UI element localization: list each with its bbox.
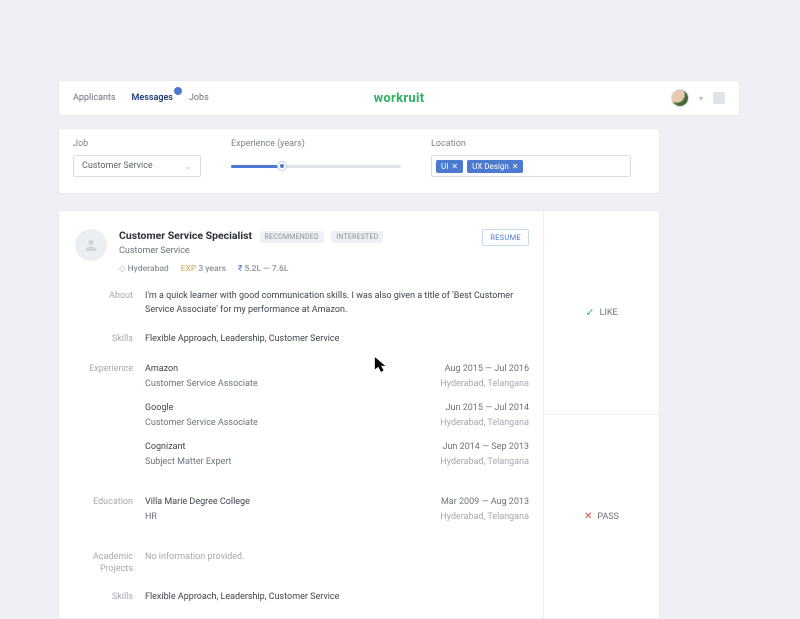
filter-panel: Job Customer Service ⌄ Experience (years… — [58, 128, 660, 194]
job-dropdown-value: Customer Service — [82, 161, 153, 171]
list-item: Villa Marie Degree CollegeHRMar 2009 — A… — [145, 496, 529, 525]
filter-exp-label: Experience (years) — [231, 139, 401, 149]
academic-label: Academic Projects — [75, 551, 145, 575]
skills-text: Flexible Approach, Leadership, Customer … — [145, 333, 529, 347]
nav-jobs[interactable]: Jobs — [189, 93, 209, 103]
like-button[interactable]: ✓ LIKE — [544, 211, 659, 414]
top-header: Applicants Messages Jobs workruit ▾ — [58, 80, 740, 116]
list-item: GoogleCustomer Service AssociateJun 2015… — [145, 402, 529, 431]
experience-slider[interactable] — [231, 155, 401, 177]
job-dropdown[interactable]: Customer Service ⌄ — [73, 155, 201, 177]
check-icon: ✓ — [585, 306, 594, 319]
nav-messages-label: Messages — [132, 93, 173, 103]
tag-interested: INTERESTED — [331, 231, 383, 243]
about-label: About — [75, 290, 145, 317]
meta-salary: ₹ 5.2L — 7.6L — [238, 264, 289, 274]
nav-messages[interactable]: Messages — [132, 93, 173, 103]
resume-button[interactable]: RESUME — [482, 229, 529, 246]
about-text: I'm a quick learner with good communicat… — [145, 290, 529, 317]
academic-text: No information provided. — [145, 551, 529, 575]
badge-icon — [174, 87, 182, 95]
profile-card: Customer Service Specialist RECOMMENDED … — [58, 210, 660, 619]
chevron-down-icon[interactable]: ▾ — [699, 94, 703, 103]
meta-experience: EXP 3 years — [181, 264, 226, 274]
slider-thumb-icon[interactable] — [278, 162, 286, 170]
location-chip[interactable]: UX Design ✕ — [467, 160, 523, 173]
close-icon: ✕ — [584, 511, 592, 522]
list-item: AmazonCustomer Service AssociateAug 2015… — [145, 363, 529, 392]
meta-location: ◇ Hyderabad — [119, 264, 169, 274]
pass-button[interactable]: ✕ PASS — [544, 414, 659, 618]
filter-location-label: Location — [431, 139, 631, 149]
experience-label: Experience — [75, 363, 145, 480]
list-item: CognizantSubject Matter ExpertJun 2014 —… — [145, 441, 529, 470]
education-label: Education — [75, 496, 145, 535]
skills2-text: Flexible Approach, Leadership, Customer … — [145, 591, 345, 605]
filter-job-label: Job — [73, 139, 201, 149]
location-input[interactable]: UI ✕ UX Design ✕ — [431, 155, 631, 177]
location-chip[interactable]: UI ✕ — [436, 160, 463, 173]
profile-role: Customer Service — [119, 246, 529, 256]
profile-title: Customer Service Specialist — [119, 229, 252, 242]
brand-logo: workruit — [374, 91, 425, 106]
close-icon[interactable]: ✕ — [512, 162, 519, 171]
tag-recommended: RECOMMENDED — [260, 231, 324, 243]
avatar[interactable] — [671, 89, 689, 107]
chevron-down-icon: ⌄ — [185, 162, 192, 171]
notification-icon[interactable] — [713, 92, 725, 104]
profile-avatar — [75, 229, 107, 261]
nav-applicants[interactable]: Applicants — [73, 93, 116, 103]
skills-label: Skills — [75, 333, 145, 347]
close-icon[interactable]: ✕ — [451, 162, 458, 171]
skills2-label: Skills — [75, 591, 145, 605]
